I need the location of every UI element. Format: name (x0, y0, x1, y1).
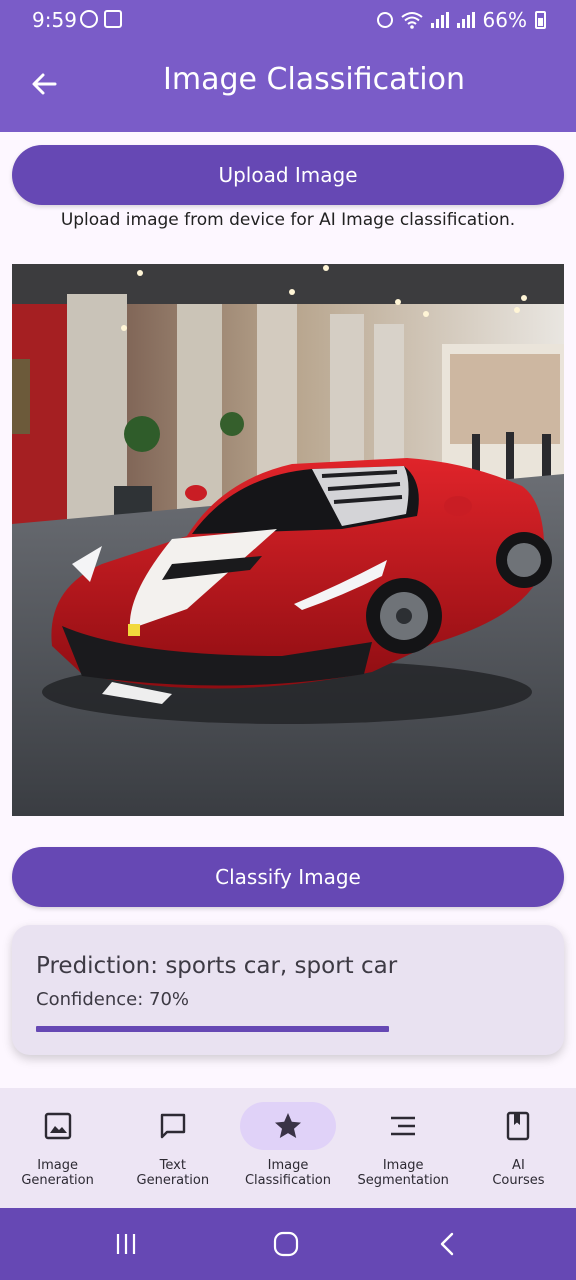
battery-percent: 66% (482, 8, 527, 32)
nav-label: Text Generation (136, 1158, 210, 1188)
upload-hint: Upload image from device for AI Image cl… (60, 210, 516, 230)
star-icon (275, 1113, 301, 1138)
alarm-icon (376, 12, 393, 28)
nav-item-text-generation[interactable]: Text Generation (115, 1088, 230, 1208)
status-right: 66% (376, 8, 546, 32)
page-title: Image Classification (163, 62, 465, 97)
notification-icon (80, 10, 98, 28)
nav-icon-container (10, 1102, 106, 1150)
recent-apps-icon (116, 1234, 136, 1254)
battery-icon (535, 11, 546, 29)
nav-item-image-segmentation[interactable]: Image Segmentation (346, 1088, 461, 1208)
nav-label: AI Courses (492, 1158, 545, 1188)
nav-icon-container (470, 1102, 566, 1150)
classify-image-button[interactable]: Classify Image (12, 847, 564, 907)
nav-icon-container (355, 1102, 451, 1150)
recent-apps-button[interactable] (110, 1228, 142, 1260)
nav-item-ai-courses[interactable]: AI Courses (461, 1088, 576, 1208)
signal-icon (430, 12, 449, 28)
app-bar: Image Classification (0, 40, 576, 132)
chevron-left-icon (440, 1232, 454, 1256)
nav-label: Image Classification (244, 1158, 332, 1188)
nav-icon-container (240, 1102, 336, 1150)
gallery-notification-icon (104, 10, 122, 28)
confidence-progress-bar (36, 1026, 540, 1032)
nav-item-image-generation[interactable]: Image Generation (0, 1088, 115, 1208)
segment-lines-icon (391, 1116, 416, 1136)
chat-icon (160, 1113, 185, 1139)
nav-label: Image Segmentation (357, 1158, 449, 1188)
home-icon (273, 1231, 299, 1257)
car-photo (12, 264, 564, 816)
status-notification-icons (80, 10, 122, 28)
confidence-progress-fill (36, 1026, 389, 1032)
system-back-button[interactable] (432, 1228, 464, 1260)
prediction-card: Prediction: sports car, sport car Confid… (12, 925, 564, 1055)
wifi-icon (400, 12, 423, 29)
book-icon (507, 1111, 530, 1141)
nav-label: Image Generation (21, 1158, 94, 1188)
confidence-text: Confidence: 70% (36, 989, 189, 1010)
bottom-navigation: Image Generation Text Generation Image C… (0, 1088, 576, 1208)
signal-2-icon (456, 12, 475, 28)
upload-image-button[interactable]: Upload Image (12, 145, 564, 205)
nav-icon-container (125, 1102, 221, 1150)
image-icon (44, 1112, 71, 1140)
status-bar: 9:59 66% (0, 0, 576, 40)
nav-item-image-classification[interactable]: Image Classification (230, 1088, 345, 1208)
system-navigation-bar (0, 1208, 576, 1280)
status-time: 9:59 (32, 8, 77, 32)
home-button[interactable] (270, 1228, 302, 1260)
classified-image (12, 264, 564, 816)
prediction-text: Prediction: sports car, sport car (36, 953, 398, 979)
